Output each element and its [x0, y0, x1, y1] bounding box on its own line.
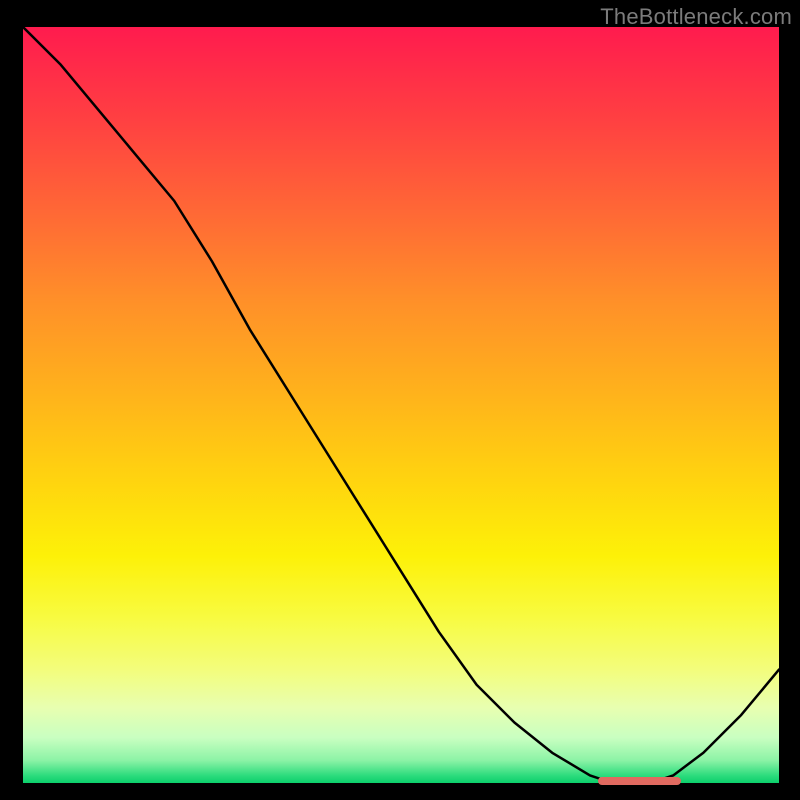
- bottleneck-curve: [23, 27, 779, 783]
- curve-path: [23, 27, 779, 783]
- optimal-range-marker: [598, 777, 681, 785]
- chart-container: TheBottleneck.com: [0, 0, 800, 800]
- watermark-text: TheBottleneck.com: [600, 4, 792, 30]
